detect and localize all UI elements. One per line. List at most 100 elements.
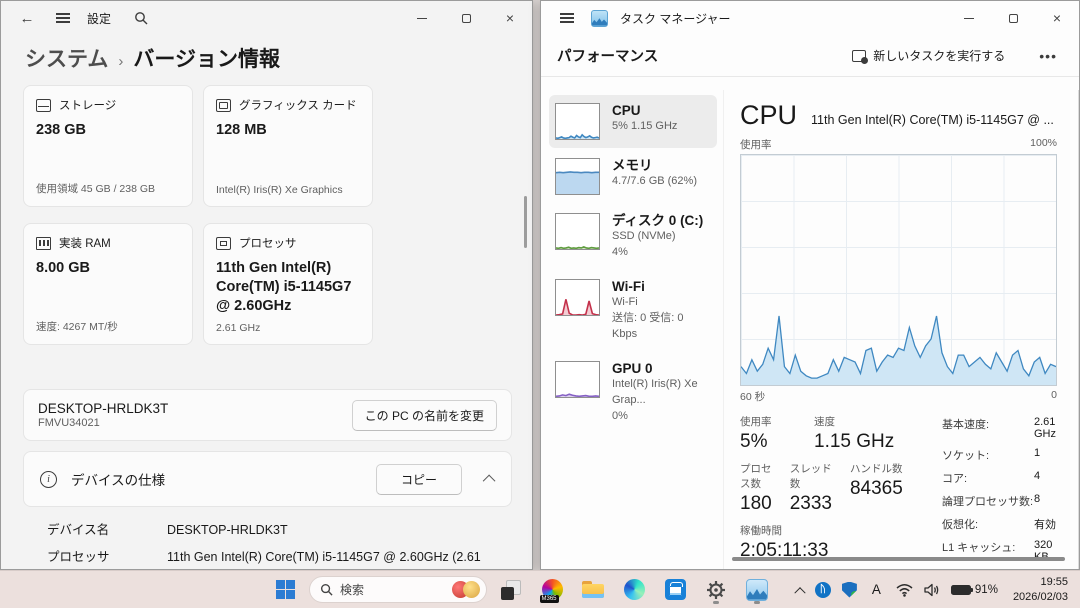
cpu-panel-subtitle: 11th Gen Intel(R) Core(TM) i5-1145G7 @ .…	[811, 113, 1054, 127]
run-new-task-icon	[852, 50, 866, 62]
file-explorer-button[interactable]	[576, 575, 610, 605]
search-placeholder: 検索	[340, 581, 445, 598]
sidebar-item-title: GPU 0	[612, 361, 711, 377]
disk-mini-graph	[555, 213, 600, 250]
card-label: 実装 RAM	[59, 235, 111, 251]
maximize-button[interactable]	[991, 1, 1035, 35]
search-highlight-icon[interactable]	[452, 581, 480, 598]
device-spec-expander[interactable]: i デバイスの仕様 コピー	[23, 451, 512, 507]
clock[interactable]: 19:55 2026/02/03	[1005, 575, 1074, 605]
cpu-stats-right: 基本速度:2.61 GHz ソケット:1 コア:4 論理プロセッサ数:8 仮想化…	[942, 414, 1057, 570]
ram-card[interactable]: 実装 RAM 8.00 GB 速度: 4267 MT/秒	[23, 223, 193, 345]
stat-label: コア:	[942, 470, 1034, 486]
battery-indicator[interactable]: 91%	[947, 584, 1002, 596]
edge-button[interactable]	[617, 575, 651, 605]
stat-label: 稼働時間	[740, 523, 828, 538]
info-icon: i	[40, 471, 57, 488]
settings-nav-menu-button[interactable]	[47, 4, 79, 32]
stat-label: ハンドル数	[850, 461, 903, 476]
taskbar-search-box[interactable]: 検索	[309, 576, 487, 603]
device-name: DESKTOP-HRLDK3T	[38, 401, 168, 416]
spec-label: プロセッサ	[47, 548, 167, 570]
close-button[interactable]: ×	[488, 1, 532, 35]
cpu-usage-chart[interactable]	[740, 154, 1057, 386]
copy-button[interactable]: コピー	[376, 464, 462, 495]
settings-taskbar-button[interactable]	[699, 575, 733, 605]
processor-card[interactable]: プロセッサ 11th Gen Intel(R) Core(TM) i5-1145…	[203, 223, 373, 345]
card-label: ストレージ	[59, 97, 116, 113]
stat-value: 4	[1034, 470, 1040, 486]
minimize-button[interactable]	[947, 1, 991, 35]
sidebar-item-cpu[interactable]: CPU 5% 1.15 GHz	[549, 95, 717, 148]
wifi-icon	[896, 583, 913, 597]
sidebar-item-detail: 5% 1.15 GHz	[612, 119, 677, 135]
run-new-task-button[interactable]: 新しいタスクを実行する	[844, 41, 1013, 70]
sidebar-item-title: メモリ	[612, 158, 697, 174]
task-view-icon	[501, 580, 521, 600]
wifi-button[interactable]	[892, 579, 917, 601]
ime-indicator: A	[868, 582, 885, 597]
sidebar-item-detail: 0%	[612, 409, 711, 425]
cpu-mini-graph	[555, 103, 600, 140]
sidebar-item-disk0[interactable]: ディスク 0 (C:) SSD (NVMe) 4%	[549, 205, 717, 269]
maximize-icon	[1009, 14, 1018, 23]
graph-x-right-label: 0	[1051, 389, 1057, 404]
device-model: FMVU34021	[38, 417, 168, 429]
minimize-button[interactable]	[400, 1, 444, 35]
stat-cores: コア:4	[942, 470, 1057, 486]
graph-max-label: 100%	[1030, 137, 1057, 152]
more-options-button[interactable]: •••	[1031, 44, 1065, 68]
memory-mini-graph	[555, 158, 600, 195]
security-button[interactable]	[838, 578, 861, 602]
microsoft-store-button[interactable]	[658, 575, 692, 605]
stat-label: 速度	[814, 414, 894, 429]
sidebar-item-detail: SSD (NVMe)	[612, 229, 703, 245]
ram-icon	[36, 237, 51, 250]
stat-value: 2333	[790, 493, 832, 515]
graph-x-left-label: 60 秒	[740, 389, 765, 404]
spec-row-device-name: デバイス名 DESKTOP-HRLDK3T	[47, 521, 517, 539]
windows-logo-icon	[276, 580, 295, 599]
minimize-icon	[964, 18, 974, 19]
start-button[interactable]	[268, 575, 302, 605]
sidebar-item-wifi[interactable]: Wi-Fi Wi-Fi 送信: 0 受信: 0 Kbps	[549, 271, 717, 351]
back-button[interactable]: ←	[11, 4, 43, 32]
volume-button[interactable]	[920, 579, 944, 601]
copilot-icon: M365	[542, 579, 563, 600]
breadcrumb-separator: ›	[118, 53, 123, 70]
graphics-card-card[interactable]: グラフィックス カード 128 MB Intel(R) Iris(R) Xe G…	[203, 85, 373, 207]
breadcrumb-system[interactable]: システム	[25, 43, 108, 73]
rename-pc-button[interactable]: この PC の名前を変更	[352, 400, 497, 431]
ime-mode-button[interactable]: A	[864, 578, 889, 601]
settings-search-button[interactable]	[125, 4, 157, 32]
storage-card[interactable]: ストレージ 238 GB 使用領域 45 GB / 238 GB	[23, 85, 193, 207]
spec-row-processor: プロセッサ 11th Gen Intel(R) Core(TM) i5-1145…	[47, 548, 517, 570]
edge-icon	[624, 579, 645, 600]
performance-sidebar: CPU 5% 1.15 GHz メモリ 4.7/7.6 GB (62%)	[541, 90, 723, 569]
copilot-button[interactable]: M365	[535, 575, 569, 605]
spec-label: デバイス名	[47, 521, 167, 539]
cpu-detail-panel: CPU 11th Gen Intel(R) Core(TM) i5-1145G7…	[723, 90, 1079, 569]
task-manager-taskbar-button[interactable]	[740, 575, 774, 605]
chevron-up-icon[interactable]	[483, 474, 496, 487]
maximize-icon	[462, 14, 471, 23]
maximize-button[interactable]	[444, 1, 488, 35]
search-icon	[320, 583, 333, 596]
stat-value: 180	[740, 493, 772, 515]
tm-panel-divider	[1078, 90, 1079, 569]
task-view-button[interactable]	[494, 575, 528, 605]
sidebar-item-memory[interactable]: メモリ 4.7/7.6 GB (62%)	[549, 150, 717, 203]
cpu-stats: 使用率 5% 速度 1.15 GHz プロセス数 180	[740, 414, 1057, 570]
sidebar-item-gpu0[interactable]: GPU 0 Intel(R) Iris(R) Xe Grap... 0%	[549, 353, 717, 433]
file-explorer-icon	[582, 581, 604, 598]
close-button[interactable]: ×	[1035, 1, 1079, 35]
copilot-badge: M365	[540, 595, 559, 603]
tray-overflow-button[interactable]	[792, 582, 808, 598]
tm-horizontal-scrollbar[interactable]	[732, 557, 1065, 561]
tm-window-controls: ×	[947, 1, 1079, 35]
task-manager-window: タスク マネージャー × パフォーマンス 新しいタスクを実行する ••• CPU…	[540, 0, 1080, 570]
settings-scrollbar[interactable]	[524, 196, 527, 248]
bluetooth-button[interactable]: ᚢ	[811, 578, 835, 602]
stat-label: 使用率	[740, 414, 796, 429]
tm-nav-menu-button[interactable]	[551, 4, 583, 32]
